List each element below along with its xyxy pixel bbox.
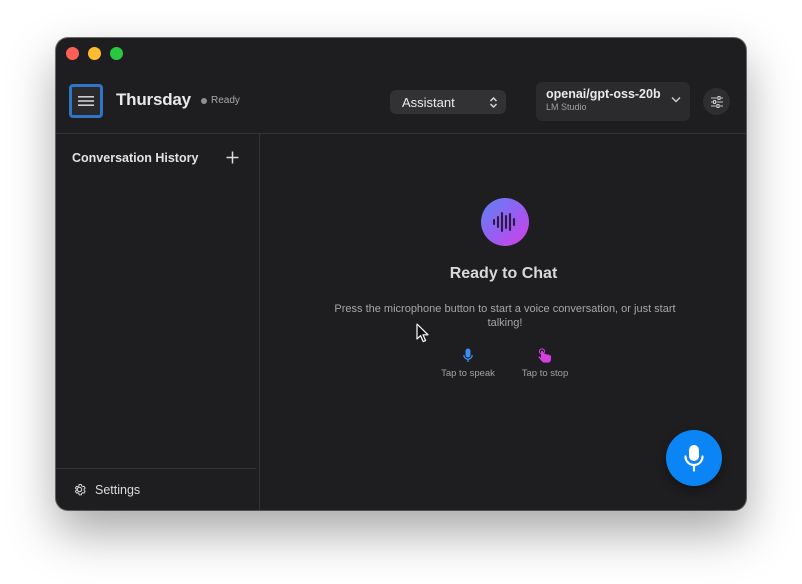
conversation-history-title: Conversation History [72, 151, 199, 165]
waveform-badge [481, 198, 529, 246]
sliders-icon [710, 95, 723, 108]
chevron-down-icon [671, 97, 681, 103]
sidebar: Conversation History Settings [56, 134, 260, 510]
maximize-window-button[interactable] [110, 47, 123, 60]
model-name: openai/gpt-oss-20b [546, 87, 661, 101]
header: Thursday Ready Assistant openai/gpt-oss-… [56, 68, 746, 134]
up-down-chevron-icon [489, 96, 498, 108]
hint-tap-to-speak: Tap to speak [437, 348, 499, 379]
mic-icon [463, 348, 473, 362]
close-window-button[interactable] [66, 47, 79, 60]
status-indicator: Ready [201, 95, 240, 106]
preferences-button[interactable] [703, 88, 730, 115]
waveform-icon [492, 211, 516, 233]
status-label: Ready [211, 95, 240, 106]
plus-icon [226, 151, 238, 163]
hint-label: Tap to speak [441, 368, 495, 379]
settings-button[interactable]: Settings [56, 468, 256, 510]
app-title: Thursday [116, 90, 191, 109]
hand-tap-icon [538, 348, 551, 363]
hint-tap-to-stop: Tap to stop [516, 348, 574, 379]
new-conversation-button[interactable] [224, 149, 240, 165]
empty-state-title: Ready to Chat [449, 265, 558, 282]
window-controls [66, 47, 123, 60]
minimize-window-button[interactable] [88, 47, 101, 60]
gear-icon [74, 484, 86, 496]
app-window: Thursday Ready Assistant openai/gpt-oss-… [56, 38, 746, 510]
hint-label: Tap to stop [521, 368, 569, 379]
empty-state-description: Press the microphone button to start a v… [334, 303, 676, 329]
mode-select[interactable]: Assistant [390, 90, 506, 114]
mode-select-value: Assistant [402, 94, 455, 110]
mouse-pointer-icon [416, 323, 429, 343]
status-dot [201, 97, 207, 104]
sidebar-toggle-button[interactable] [69, 84, 103, 118]
model-provider: LM Studio [546, 102, 587, 112]
chat-area: Ready to Chat Press the microphone butto… [261, 134, 746, 510]
hamburger-icon [78, 96, 94, 106]
settings-label: Settings [95, 482, 141, 497]
mic-icon [684, 445, 704, 472]
model-select[interactable]: openai/gpt-oss-20b LM Studio [536, 82, 690, 121]
microphone-button[interactable] [666, 430, 722, 486]
